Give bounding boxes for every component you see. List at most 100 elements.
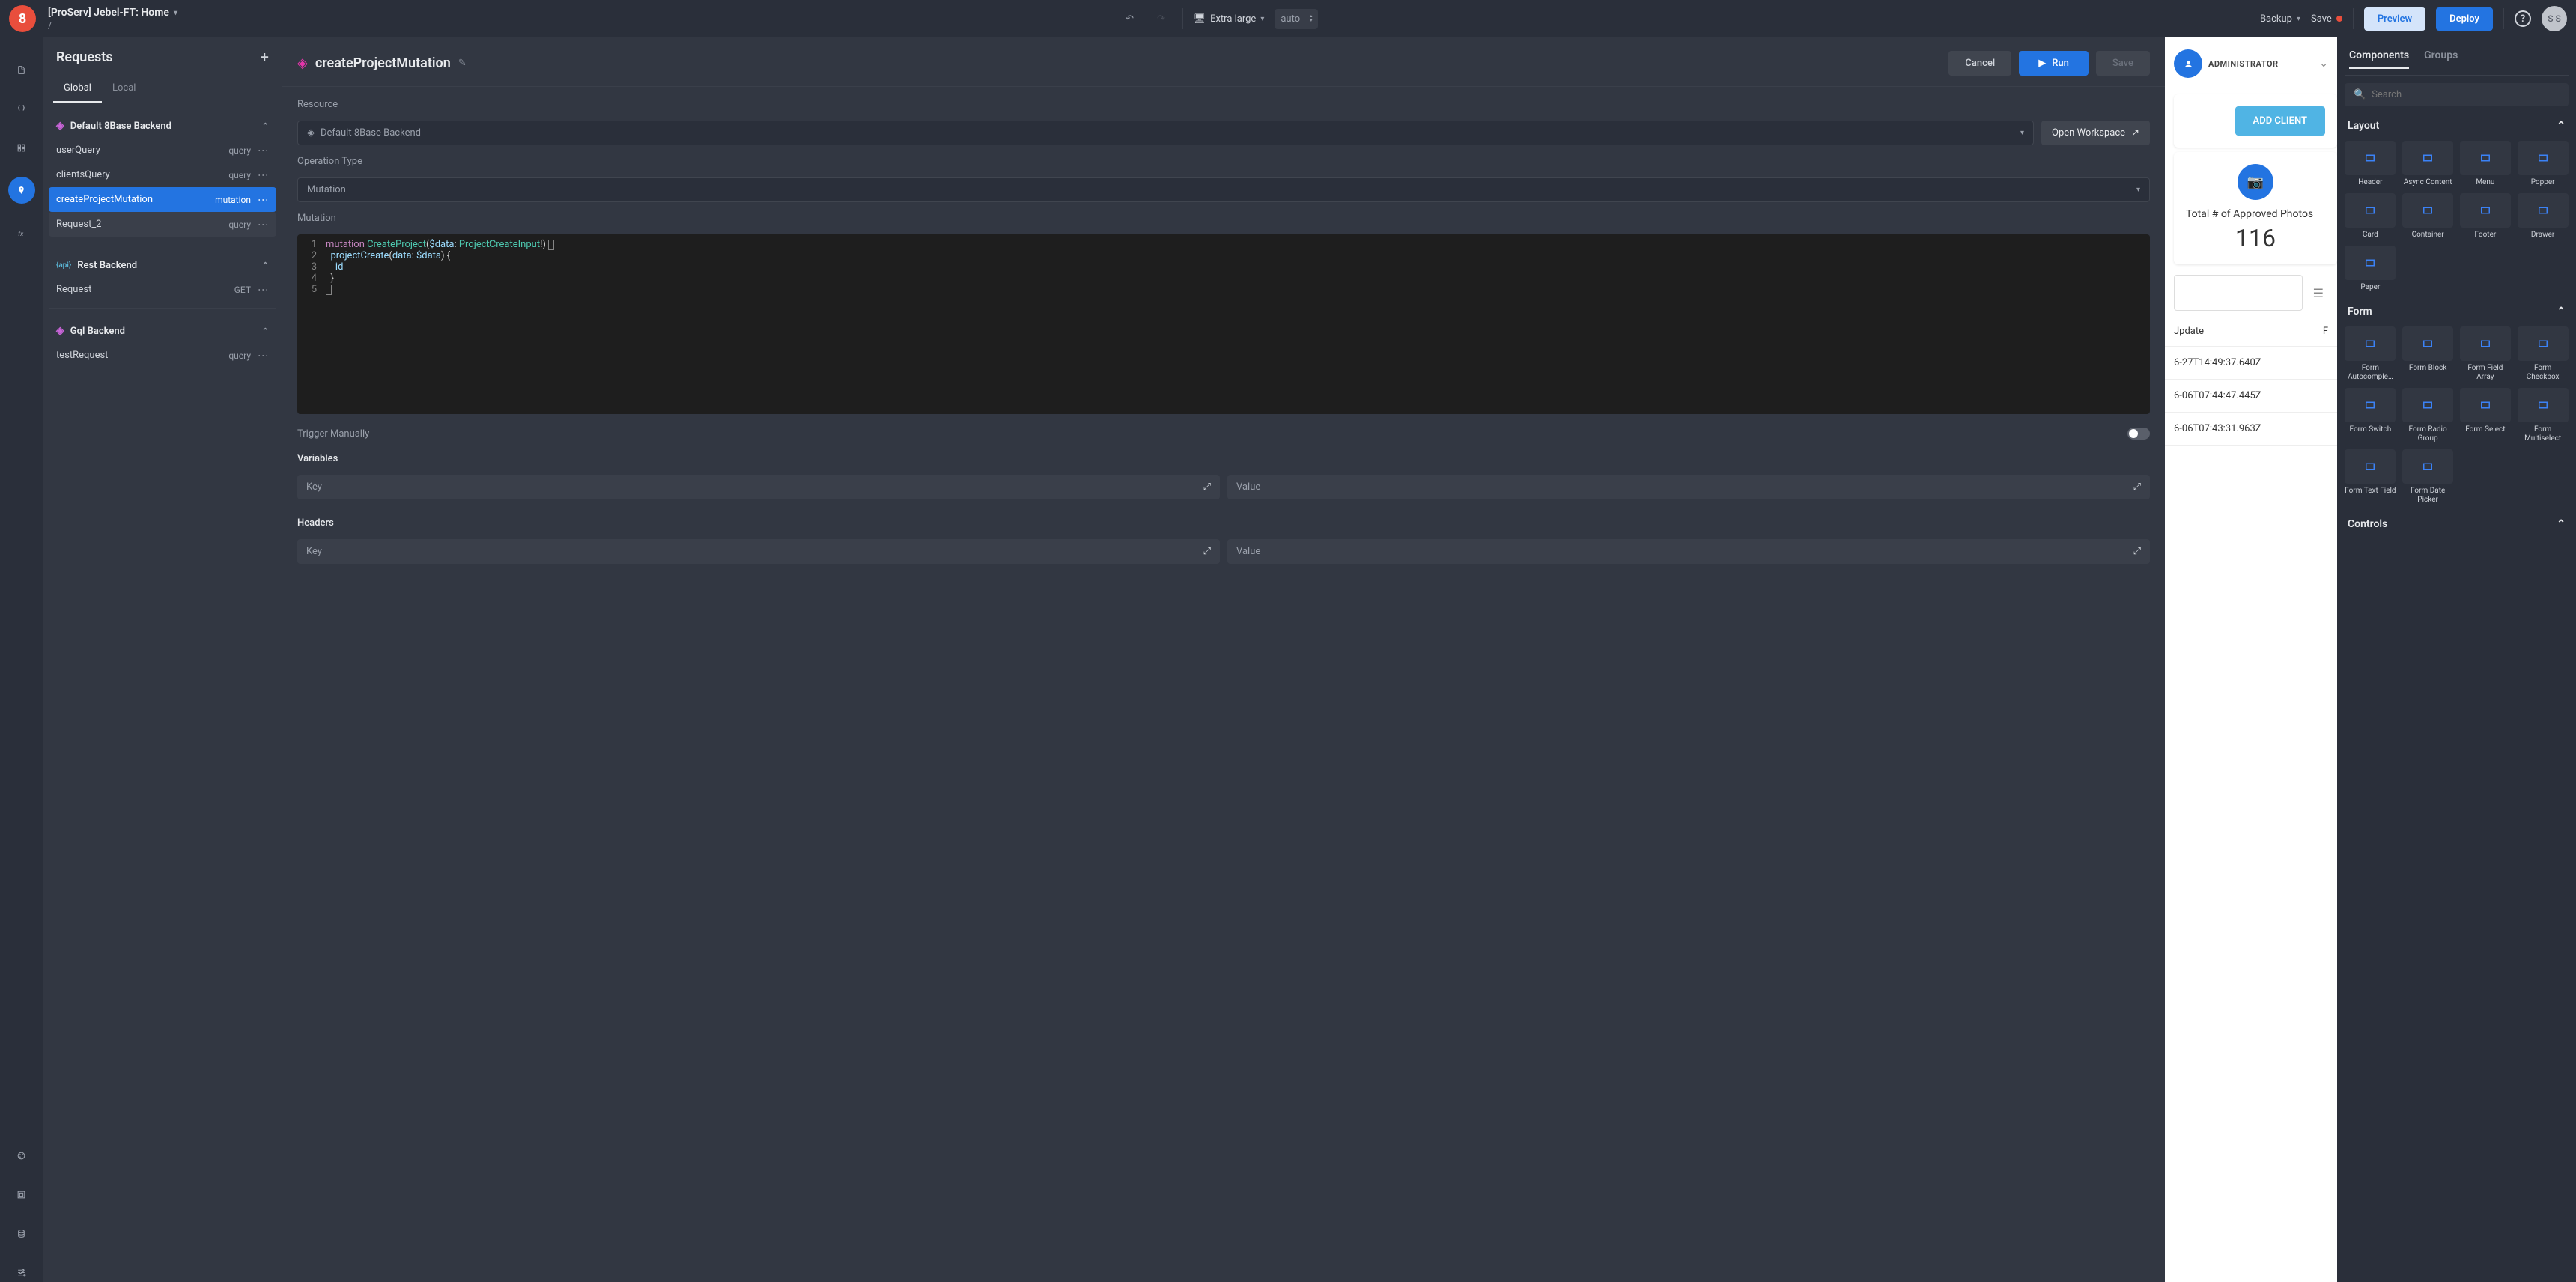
- redo-button: ↷: [1151, 8, 1172, 29]
- request-item[interactable]: clientsQueryquery⋮: [49, 162, 276, 187]
- external-link-icon: ↗: [2131, 127, 2139, 139]
- viewport-selector[interactable]: 🖥 Extra large ▾: [1194, 13, 1265, 25]
- component-item[interactable]: Drawer: [2517, 193, 2569, 240]
- width-input[interactable]: auto ▴▾: [1275, 9, 1318, 29]
- app-logo[interactable]: 8: [9, 5, 36, 32]
- more-icon[interactable]: ⋮: [257, 350, 269, 360]
- request-item[interactable]: testRequestquery⋮: [49, 343, 276, 368]
- more-icon[interactable]: ⋮: [257, 145, 269, 155]
- camera-plus-icon: 📷: [2238, 164, 2273, 200]
- nav-requests-icon[interactable]: [8, 177, 35, 204]
- expand-icon[interactable]: ⤢: [1203, 546, 1211, 557]
- component-item[interactable]: Form Block: [2402, 326, 2454, 382]
- user-avatar[interactable]: S S: [2542, 6, 2567, 31]
- filter-input[interactable]: [2174, 275, 2303, 311]
- code-editor[interactable]: 1mutation CreateProject($data: ProjectCr…: [297, 234, 2150, 414]
- component-item[interactable]: Form Checkbox: [2517, 326, 2569, 382]
- section-layout-toggle[interactable]: Layout ⌃: [2345, 114, 2569, 138]
- tab-global[interactable]: Global: [53, 75, 102, 103]
- request-item[interactable]: userQueryquery⋮: [49, 138, 276, 162]
- component-item[interactable]: Header: [2345, 141, 2396, 187]
- deploy-button[interactable]: Deploy: [2436, 7, 2493, 31]
- table-row[interactable]: 6-27T14:49:37.640Z: [2165, 347, 2337, 380]
- nav-assets-icon[interactable]: [12, 1185, 31, 1204]
- request-item[interactable]: createProjectMutationmutation⋮: [49, 187, 276, 212]
- expand-icon[interactable]: ⤢: [2133, 546, 2141, 557]
- request-item[interactable]: RequestGET⋮: [49, 277, 276, 302]
- more-icon[interactable]: ⋮: [257, 170, 269, 180]
- trigger-manually-toggle[interactable]: [2127, 428, 2150, 440]
- backup-dropdown[interactable]: Backup ▾: [2260, 13, 2300, 25]
- preview-user-avatar[interactable]: [2174, 49, 2202, 78]
- component-icon: [2345, 141, 2396, 175]
- filter-icon[interactable]: ☰: [2309, 282, 2328, 305]
- component-item[interactable]: Menu: [2460, 141, 2512, 187]
- component-item[interactable]: Form Select: [2460, 388, 2512, 443]
- resource-select[interactable]: ◈ Default 8Base Backend ▾: [297, 121, 2034, 145]
- more-icon[interactable]: ⋮: [257, 285, 269, 294]
- component-item[interactable]: Form Radio Group: [2402, 388, 2454, 443]
- cancel-button[interactable]: Cancel: [1948, 51, 2011, 76]
- preview-button[interactable]: Preview: [2364, 7, 2425, 31]
- section-form-toggle[interactable]: Form ⌃: [2345, 300, 2569, 323]
- chevron-up-icon: ⌃: [262, 326, 269, 336]
- tab-local[interactable]: Local: [102, 75, 146, 103]
- save-indicator[interactable]: Save: [2311, 13, 2342, 25]
- component-item[interactable]: Form Switch: [2345, 388, 2396, 443]
- table-row[interactable]: 6-06T07:43:31.963Z: [2165, 413, 2337, 446]
- table-header-update[interactable]: Jpdate: [2174, 326, 2204, 337]
- request-item[interactable]: Request_2query⋮: [49, 212, 276, 237]
- nav-data-icon[interactable]: [12, 1224, 31, 1243]
- component-item[interactable]: Form Date Picker: [2402, 449, 2454, 505]
- table-header-f[interactable]: F: [2323, 326, 2328, 337]
- tab-components[interactable]: Components: [2349, 49, 2409, 69]
- tab-groups[interactable]: Groups: [2424, 49, 2458, 69]
- nav-settings-icon[interactable]: [12, 1263, 31, 1282]
- run-button[interactable]: ▶ Run: [2019, 51, 2089, 76]
- component-item[interactable]: Form Text Field: [2345, 449, 2396, 505]
- nav-theme-icon[interactable]: [12, 1146, 31, 1165]
- nav-functions-icon[interactable]: fx: [12, 223, 31, 243]
- component-item[interactable]: Popper: [2517, 141, 2569, 187]
- nav-pages-icon[interactable]: [12, 60, 31, 79]
- header-key-input[interactable]: Key⤢: [297, 539, 1220, 564]
- add-request-button[interactable]: +: [261, 48, 269, 66]
- chevron-down-icon[interactable]: ⌄: [2319, 58, 2328, 70]
- backend-header[interactable]: {api}Rest Backend⌃: [49, 254, 276, 277]
- component-item[interactable]: Footer: [2460, 193, 2512, 240]
- section-controls-toggle[interactable]: Controls ⌃: [2345, 512, 2569, 536]
- variable-value-input[interactable]: Value⤢: [1227, 475, 2150, 499]
- help-button[interactable]: ?: [2515, 10, 2531, 27]
- trigger-manually-label: Trigger Manually: [297, 428, 369, 440]
- component-item[interactable]: Async Content: [2402, 141, 2454, 187]
- search-input[interactable]: [2372, 89, 2560, 100]
- variable-key-input[interactable]: Key⤢: [297, 475, 1220, 499]
- expand-icon[interactable]: ⤢: [1203, 481, 1211, 493]
- component-item[interactable]: Form Autocomple…: [2345, 326, 2396, 382]
- component-icon: [2518, 141, 2569, 175]
- nav-state-icon[interactable]: [12, 99, 31, 118]
- undo-button[interactable]: ↶: [1120, 8, 1140, 29]
- component-icon: [2402, 449, 2453, 484]
- expand-icon[interactable]: ⤢: [2133, 481, 2141, 493]
- component-icon: [2460, 388, 2511, 422]
- operation-type-select[interactable]: Mutation ▾: [297, 177, 2150, 202]
- table-row[interactable]: 6-06T07:44:47.445Z: [2165, 380, 2337, 413]
- more-icon[interactable]: ⋮: [257, 195, 269, 204]
- backend-header[interactable]: ◈Gql Backend⌃: [49, 319, 276, 343]
- backend-header[interactable]: ◈Default 8Base Backend⌃: [49, 114, 276, 138]
- component-item[interactable]: Container: [2402, 193, 2454, 240]
- nav-components-icon[interactable]: [12, 138, 31, 157]
- open-workspace-button[interactable]: Open Workspace ↗: [2041, 121, 2150, 145]
- component-item[interactable]: Form Multiselect: [2517, 388, 2569, 443]
- component-item[interactable]: Form Field Array: [2460, 326, 2512, 382]
- component-item[interactable]: Card: [2345, 193, 2396, 240]
- project-title[interactable]: [ProServ] Jebel-FT: Home ▾: [48, 7, 177, 19]
- chevron-up-icon: ⌃: [2557, 518, 2566, 530]
- header-value-input[interactable]: Value⤢: [1227, 539, 2150, 564]
- more-icon[interactable]: ⋮: [257, 219, 269, 229]
- component-item[interactable]: Paper: [2345, 246, 2396, 292]
- component-search[interactable]: 🔍: [2345, 83, 2569, 106]
- add-client-button[interactable]: ADD CLIENT: [2235, 106, 2325, 136]
- edit-name-button[interactable]: ✎: [458, 58, 467, 69]
